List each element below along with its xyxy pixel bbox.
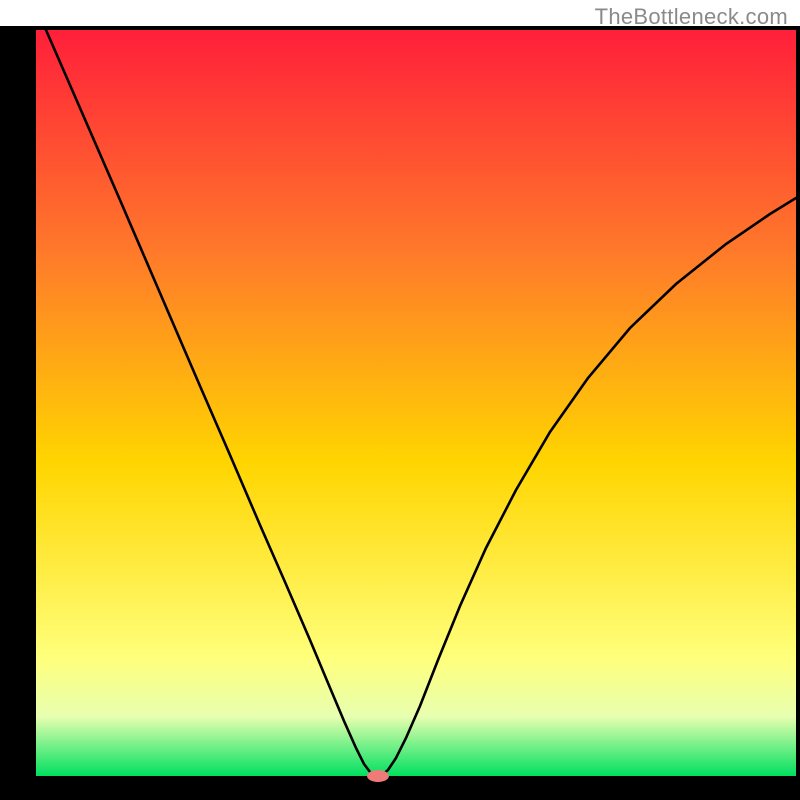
chart-container: TheBottleneck.com	[0, 0, 800, 800]
optimal-marker	[367, 770, 389, 782]
plot-area	[36, 30, 796, 776]
watermark-text: TheBottleneck.com	[595, 4, 788, 30]
bottleneck-chart	[0, 0, 800, 800]
